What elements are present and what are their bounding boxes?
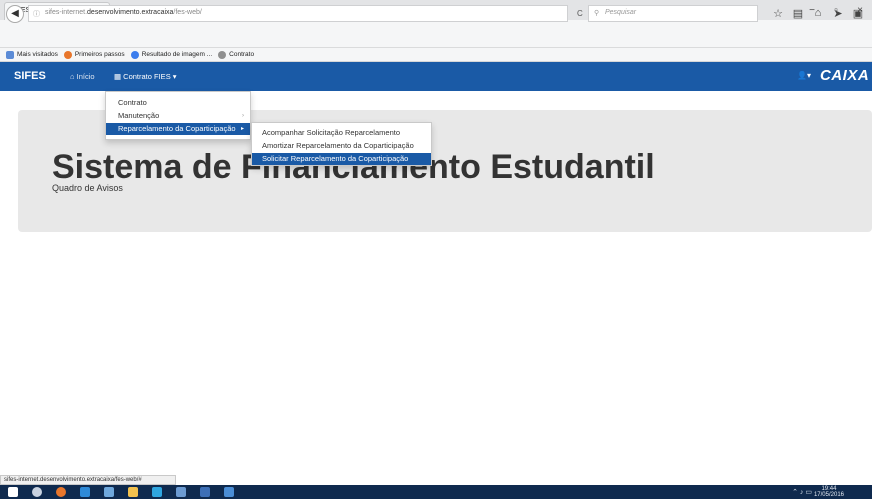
page-subtitle: Quadro de Avisos [52,183,123,193]
caret-down-icon: ▾ [170,72,177,81]
menu-item-manutencao[interactable]: Manutenção › [106,110,250,122]
url-text: sifes-internet.desenvolvimento.extracaix… [45,9,202,16]
google-icon [130,50,139,59]
nav-home[interactable]: ⌂ Início [70,72,95,81]
bookmark-primeiros-passos[interactable]: Primeiros passos [63,50,125,59]
submenu-item-acompanhar[interactable]: Acompanhar Solicitação Reparcelamento [252,127,431,139]
home-icon: ⌂ [70,72,77,81]
app-navbar: SIFES ⌂ Início ▦ Contrato FIES ▾ 👤▾ CAIX… [0,62,872,91]
system-tray[interactable]: ⌃ ♪ ▭ [792,488,812,496]
pocket-icon[interactable]: ▣ [848,7,868,20]
search-placeholder: Pesquisar [605,9,637,16]
start-icon[interactable] [8,487,18,497]
search-icon: ⚲ [594,10,600,17]
people-icon[interactable] [176,487,186,497]
bookmark-contrato[interactable]: Contrato [218,50,254,59]
windows-taskbar: ⌃ ♪ ▭ 19:44 17/05/2016 [0,485,872,499]
url-bar[interactable]: ⓘ sifes-internet.desenvolvimento.extraca… [28,5,568,22]
search-taskbar-icon[interactable] [32,487,42,497]
firefox-icon [63,50,72,59]
bookmark-folder-icon [6,50,14,59]
library-icon[interactable]: ▤ [788,7,808,20]
user-menu[interactable]: 👤▾ [797,71,811,80]
back-button[interactable]: ◀ [6,5,24,23]
contrato-dropdown: Contrato Manutenção › Reparcelamento da C… [105,91,251,140]
submenu-item-solicitar[interactable]: Solicitar Reparcelamento da Coparticipaç… [252,153,431,165]
nav-contrato-fies[interactable]: ▦ Contrato FIES ▾ [114,72,177,81]
caixa-logo: CAIXA [820,67,870,84]
menu-item-contrato[interactable]: Contrato [106,97,250,109]
firefox-taskbar-icon[interactable] [56,487,66,497]
bookmarks-bar: Mais visitados Primeiros passos Resultad… [0,48,872,62]
clock-date: 17/05/2016 [813,492,844,498]
browser-navbar [0,20,872,48]
status-url: sifes-internet.desenvolvimento.extracaix… [0,475,176,485]
app-icon[interactable] [104,487,114,497]
grid-icon: ▦ [114,72,124,81]
menu-item-reparcelamento[interactable]: Reparcelamento da Coparticipação ▸ [106,123,250,135]
skype-icon[interactable] [152,487,162,497]
page-icon [218,50,227,59]
home-icon[interactable]: ⌂ [808,7,828,20]
edge-icon[interactable] [80,487,90,497]
star-bookmark-icon[interactable]: ☆ [768,7,788,20]
bookmark-resultado-imagem[interactable]: Resultado de imagem ... [130,50,212,59]
submenu-item-amortizar[interactable]: Amortizar Reparcelamento da Coparticipaç… [252,140,431,152]
bookmark-mais-visitados[interactable]: Mais visitados [6,50,58,59]
brand-logo[interactable]: SIFES [14,70,46,82]
site-info-icon[interactable]: ⓘ [33,9,40,19]
outlook-icon[interactable] [224,487,234,497]
send-icon[interactable]: ➤ [828,7,848,20]
clock[interactable]: 19:44 17/05/2016 [814,486,844,498]
reload-icon[interactable]: C [577,9,583,18]
toolbar-icons: ☆ ▤ ⌂ ➤ ▣ ≡ [768,7,872,20]
chevron-right-icon: › [242,113,244,119]
folder-icon[interactable] [128,487,138,497]
store-icon[interactable] [200,487,210,497]
caret-right-icon: ▸ [240,126,244,132]
reparcelamento-submenu: Acompanhar Solicitação Reparcelamento Am… [251,122,432,166]
search-bar[interactable]: ⚲ Pesquisar [588,5,758,22]
menu-icon[interactable]: ≡ [868,7,872,20]
user-icon: 👤 [797,71,807,80]
